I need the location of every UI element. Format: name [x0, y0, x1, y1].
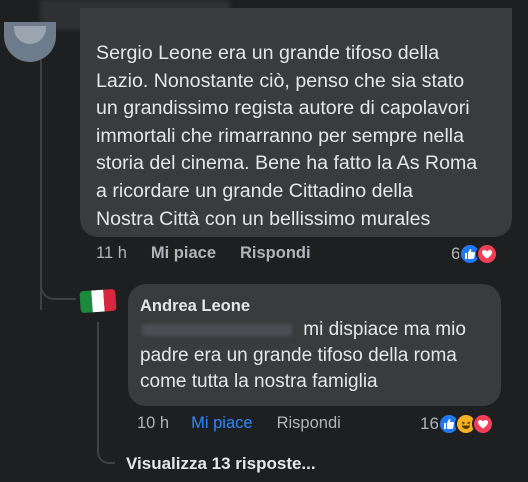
like-button[interactable]: Mi piace: [191, 414, 252, 433]
reply-bubble: Andrea Leone mi dispiace ma mio padre er…: [128, 284, 501, 406]
redacted-mention: [142, 323, 292, 336]
avatar[interactable]: [79, 288, 117, 314]
comment-line: Lazio. Nonostante ciò, penso che sia sta…: [96, 69, 465, 92]
view-replies-link[interactable]: Visualizza 13 risposte...: [126, 454, 316, 474]
reply-timestamp[interactable]: 10 h: [137, 414, 169, 433]
reply-line: padre era un grande tifoso della roma: [140, 345, 457, 366]
replies-connector: [97, 436, 115, 464]
avatar[interactable]: [4, 22, 56, 62]
love-icon: [471, 413, 494, 435]
reaction-summary[interactable]: 16: [420, 413, 494, 435]
reply-thread-line: [97, 322, 99, 442]
flag-stripe: [103, 288, 117, 312]
reply-button[interactable]: Rispondi: [277, 414, 341, 433]
comment-line: storia del cinema. Bene ha fatto la As R…: [96, 152, 478, 175]
comment-line: un grandissimo regista autore di capolav…: [96, 97, 470, 120]
thread-connector: [40, 270, 76, 300]
reply-line: come tutta la nostra famiglia: [140, 371, 378, 392]
comment-timestamp[interactable]: 11 h: [96, 244, 127, 263]
reaction-count: 16: [420, 414, 439, 433]
reply-actions: 10 h Mi piace Rispondi: [137, 414, 341, 433]
comment-bubble: Sergio Leone era un grande tifoso della …: [80, 8, 512, 237]
reply-line: mi dispiace ma mio: [140, 317, 489, 343]
comment-line: Sergio Leone era un grande tifoso della: [96, 42, 440, 64]
comment-line: Nostra Città con un bellissimo murales: [96, 207, 431, 230]
comment-line: a ricordare un grande Cittadino della: [96, 179, 413, 202]
reply-author-name[interactable]: Andrea Leone: [140, 295, 489, 317]
love-icon: [476, 243, 499, 265]
comment-actions: 11 h Mi piace Rispondi: [96, 244, 311, 263]
comment-line: immortali che rimarranno per sempre nell…: [96, 124, 465, 147]
reaction-summary[interactable]: 6: [451, 243, 499, 265]
like-button[interactable]: Mi piace: [151, 244, 216, 263]
reply-button[interactable]: Rispondi: [240, 244, 311, 263]
reply-line-text: mi dispiace ma mio: [303, 319, 466, 340]
